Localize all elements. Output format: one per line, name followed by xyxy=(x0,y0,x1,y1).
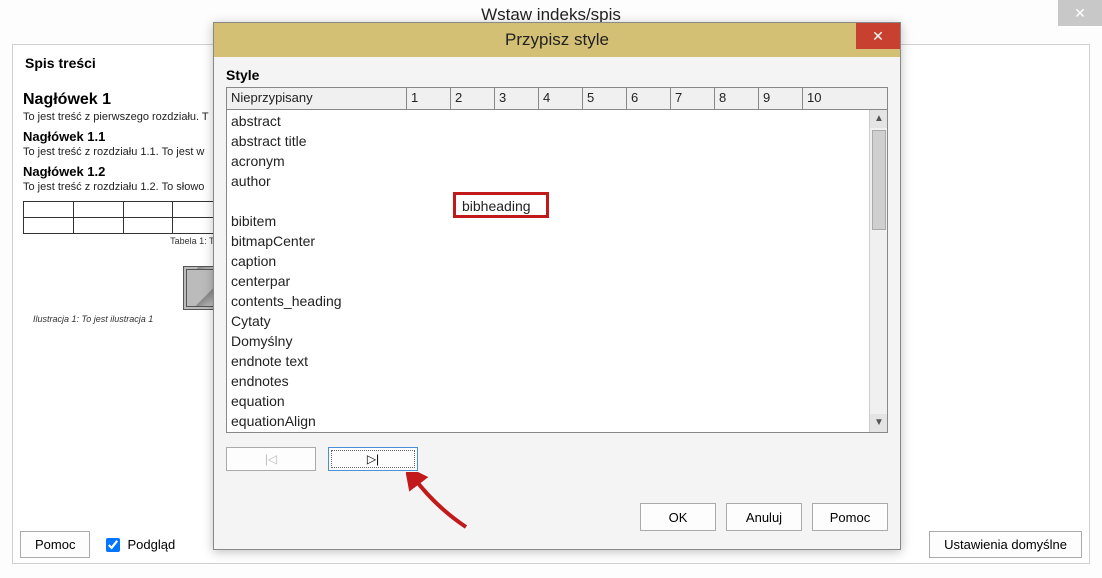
style-item[interactable]: endnotes xyxy=(227,370,407,390)
style-item-highlighted[interactable]: bibheading xyxy=(453,192,549,218)
grid-header-6[interactable]: 6 xyxy=(627,88,671,109)
preview-checkbox-input[interactable] xyxy=(106,538,120,552)
preview-checkbox[interactable]: Podgląd xyxy=(102,535,175,555)
bg-close-button[interactable]: ✕ xyxy=(1058,0,1102,26)
scroll-down-icon[interactable]: ▼ xyxy=(870,414,887,432)
preview-checkbox-label: Podgląd xyxy=(127,537,175,552)
ok-button[interactable]: OK xyxy=(640,503,716,531)
preview-table xyxy=(23,201,223,234)
style-item[interactable]: bibitem xyxy=(227,210,407,230)
style-grid[interactable]: Nieprzypisany 1 2 3 4 5 6 7 8 9 10 abstr… xyxy=(226,87,888,433)
go-first-icon: |◁ xyxy=(265,452,277,466)
grid-header-1[interactable]: 1 xyxy=(407,88,451,109)
go-last-icon: ▷| xyxy=(367,452,379,466)
grid-header-2[interactable]: 2 xyxy=(451,88,495,109)
fg-help-button[interactable]: Pomoc xyxy=(812,503,888,531)
style-item[interactable]: endnote text xyxy=(227,350,407,370)
fg-titlebar: Przypisz style ✕ xyxy=(214,23,900,57)
style-item[interactable]: bitmapCenter xyxy=(227,230,407,250)
style-item[interactable]: author xyxy=(227,170,407,190)
grid-header-row: Nieprzypisany 1 2 3 4 5 6 7 8 9 10 xyxy=(227,88,887,110)
grid-content[interactable]: abstract abstract title acronym author b… xyxy=(227,110,869,432)
fg-help-label: Pomoc xyxy=(830,510,870,525)
style-item[interactable]: Cytaty xyxy=(227,310,407,330)
grid-header-7[interactable]: 7 xyxy=(671,88,715,109)
grid-header-4[interactable]: 4 xyxy=(539,88,583,109)
fg-action-buttons: OK Anuluj Pomoc xyxy=(640,503,888,531)
style-item[interactable]: caption xyxy=(227,250,407,270)
grid-scrollbar[interactable]: ▲ ▼ xyxy=(869,110,887,432)
style-item[interactable]: centerpar xyxy=(227,270,407,290)
bg-bottom-right-buttons: Ustawienia domyślne xyxy=(929,531,1082,558)
grid-header-8[interactable]: 8 xyxy=(715,88,759,109)
scroll-thumb[interactable] xyxy=(872,130,886,230)
grid-header-unassigned[interactable]: Nieprzypisany xyxy=(227,88,407,109)
grid-header-9[interactable]: 9 xyxy=(759,88,803,109)
grid-header-10[interactable]: 10 xyxy=(803,88,847,109)
fg-close-button[interactable]: ✕ xyxy=(856,23,900,49)
style-item[interactable]: contents_heading xyxy=(227,290,407,310)
style-item[interactable] xyxy=(227,190,407,210)
fg-body: Style Nieprzypisany 1 2 3 4 5 6 7 8 9 10… xyxy=(226,67,888,537)
cancel-label: Anuluj xyxy=(746,510,782,525)
bg-defaults-label: Ustawienia domyślne xyxy=(944,537,1067,552)
grid-header-5[interactable]: 5 xyxy=(583,88,627,109)
bg-section-title: Spis treści xyxy=(25,55,96,71)
style-item[interactable]: abstract xyxy=(227,110,407,130)
preview-table-caption: Tabela 1: To j xyxy=(23,236,223,246)
level-nav-buttons: |◁ ▷| xyxy=(226,447,888,471)
scroll-up-icon[interactable]: ▲ xyxy=(870,110,887,128)
move-right-button[interactable]: ▷| xyxy=(328,447,418,471)
style-item[interactable]: abstract title xyxy=(227,130,407,150)
bg-help-label: Pomoc xyxy=(35,537,75,552)
grid-header-3[interactable]: 3 xyxy=(495,88,539,109)
grid-col-unassigned: abstract abstract title acronym author b… xyxy=(227,110,407,430)
style-item[interactable]: equation xyxy=(227,390,407,410)
style-item[interactable]: Domyślny xyxy=(227,330,407,350)
style-item[interactable]: equationAlign xyxy=(227,410,407,430)
move-left-button[interactable]: |◁ xyxy=(226,447,316,471)
style-label: Style xyxy=(226,67,888,83)
assign-styles-dialog: Przypisz style ✕ Style Nieprzypisany 1 2… xyxy=(213,22,901,550)
grid-body: abstract abstract title acronym author b… xyxy=(227,110,887,432)
bg-help-button[interactable]: Pomoc xyxy=(20,531,90,558)
cancel-button[interactable]: Anuluj xyxy=(726,503,802,531)
style-item[interactable]: acronym xyxy=(227,150,407,170)
fg-title: Przypisz style xyxy=(214,23,900,57)
bg-bottom-left-buttons: Pomoc Podgląd xyxy=(20,531,175,558)
ok-label: OK xyxy=(669,510,688,525)
bg-defaults-button[interactable]: Ustawienia domyślne xyxy=(929,531,1082,558)
